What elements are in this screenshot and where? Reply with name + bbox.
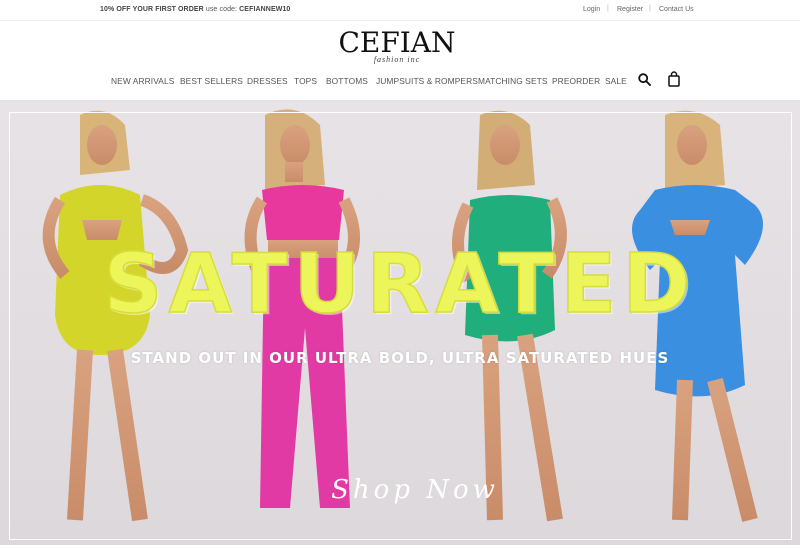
nav-tops[interactable]: TOPS — [294, 76, 317, 86]
login-link[interactable]: Login — [583, 6, 600, 13]
separator: | — [649, 5, 651, 12]
promo-banner: 10% OFF YOUR FIRST ORDER use code: CEFIA… — [100, 6, 290, 13]
nav-bottoms[interactable]: BOTTOMS — [326, 76, 368, 86]
shop-now-button[interactable]: Shop Now — [330, 475, 500, 505]
hero-banner[interactable]: SATURATED STAND OUT IN OUR ULTRA BOLD, U… — [0, 100, 800, 545]
nav-best-sellers[interactable]: BEST SELLERS — [180, 76, 243, 86]
top-bar: 10% OFF YOUR FIRST ORDER use code: CEFIA… — [0, 0, 800, 21]
nav-preorder[interactable]: PREORDER — [552, 76, 600, 86]
search-icon[interactable] — [638, 73, 651, 86]
nav-jumpsuits-rompers[interactable]: JUMPSUITS & ROMPERS — [376, 76, 478, 86]
site-logo[interactable]: CEFIAN fashion inc — [333, 26, 461, 65]
shopping-bag-icon[interactable] — [668, 71, 680, 87]
separator: | — [607, 5, 609, 12]
logo-wordmark: CEFIAN — [338, 26, 456, 59]
hero-subtitle: STAND OUT IN OUR ULTRA BOLD, ULTRA SATUR… — [130, 349, 670, 367]
hero-title: SATURATED — [103, 236, 697, 333]
promo-strong: 10% OFF YOUR FIRST ORDER — [100, 6, 204, 13]
promo-text: use code: — [205, 6, 238, 13]
contact-link[interactable]: Contact Us — [659, 6, 694, 13]
nav-dresses[interactable]: DRESSES — [247, 76, 288, 86]
register-link[interactable]: Register — [617, 6, 643, 13]
nav-matching-sets[interactable]: MATCHING SETS — [478, 76, 548, 86]
promo-code: CEFIANNEW10 — [239, 6, 291, 13]
nav-sale[interactable]: SALE — [605, 76, 627, 86]
nav-new-arrivals[interactable]: NEW ARRIVALS — [111, 76, 174, 86]
